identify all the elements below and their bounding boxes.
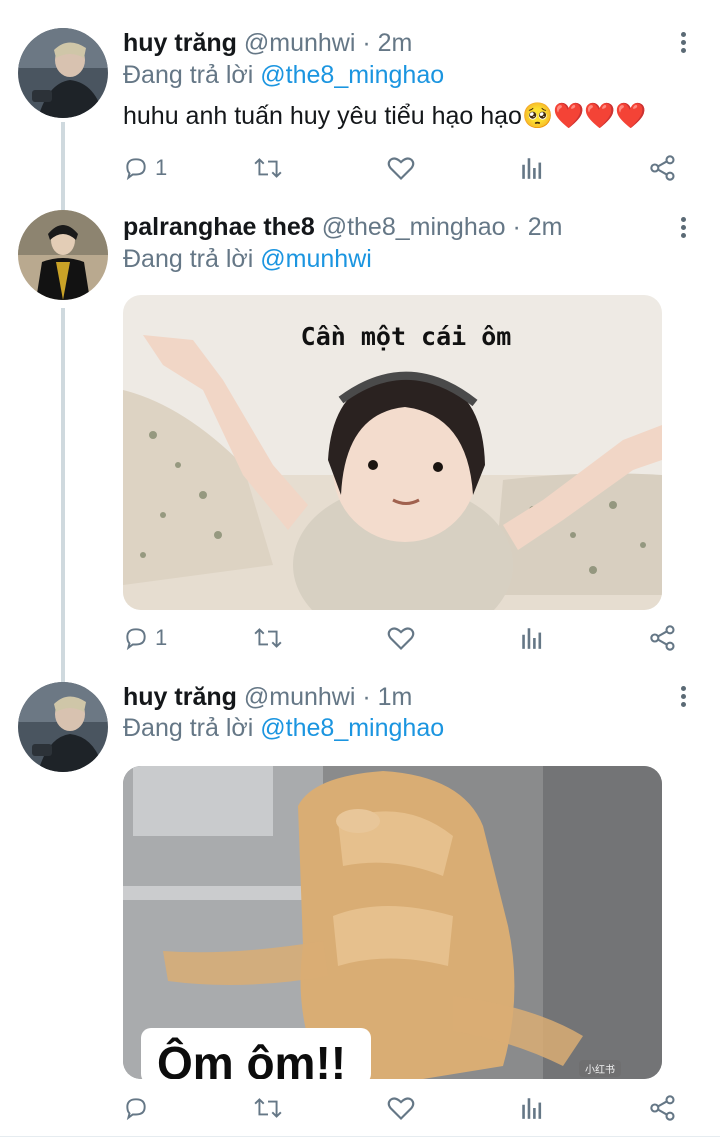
tweet-3[interactable]: huy trăng @munhwi · 1m Đang trả lời @the… <box>0 670 720 1137</box>
thread-line <box>61 200 65 210</box>
analytics-icon <box>522 158 542 179</box>
heart-icon <box>387 157 415 180</box>
reply-mention[interactable]: @the8_minghao <box>260 714 444 742</box>
tweet-header: palranghae the8 @the8_minghao · 2m <box>123 212 563 242</box>
share-button[interactable] <box>649 622 677 654</box>
display-name[interactable]: huy trăng <box>123 29 237 57</box>
tweet-2[interactable]: palranghae the8 @the8_minghao · 2m Đang … <box>0 200 720 670</box>
avatar-image <box>18 28 108 118</box>
heart-icon <box>387 1097 415 1120</box>
reply-prefix: Đang trả lời <box>123 245 254 273</box>
reply-mention[interactable]: @munhwi <box>260 245 372 273</box>
retweet-button[interactable] <box>253 152 283 184</box>
separator: · <box>362 29 371 57</box>
tweet-text-content: huhu anh tuấn huy yêu tiểu hạo hạo <box>123 102 522 130</box>
tweet-1[interactable]: huy trăng @munhwi · 2m Đang trả lời @the… <box>0 0 720 200</box>
replying-to: Đang trả lời @munhwi <box>123 244 372 274</box>
reply-button[interactable] <box>123 1092 155 1124</box>
share-icon <box>650 1095 675 1121</box>
like-button[interactable] <box>387 152 415 184</box>
share-button[interactable] <box>649 152 677 184</box>
timestamp[interactable]: 2m <box>528 213 563 241</box>
more-vertical-icon[interactable] <box>674 32 692 56</box>
display-name[interactable]: palranghae the8 <box>123 213 315 241</box>
replying-to: Đang trả lời @the8_minghao <box>123 60 444 90</box>
tweet-header: huy trăng @munhwi · 1m <box>123 682 412 712</box>
more-vertical-icon[interactable] <box>674 217 692 241</box>
thread-line <box>61 670 65 682</box>
reply-button[interactable]: 1 <box>123 152 167 184</box>
timestamp[interactable]: 1m <box>378 683 413 711</box>
avatar-image <box>18 210 108 300</box>
analytics-button[interactable] <box>519 152 545 184</box>
analytics-icon <box>522 628 542 649</box>
reply-icon <box>126 628 146 651</box>
action-bar: 1 <box>123 622 683 654</box>
retweet-icon <box>254 1098 282 1118</box>
analytics-button[interactable] <box>519 1092 545 1124</box>
avatar[interactable] <box>18 682 108 772</box>
retweet-icon <box>254 628 282 648</box>
retweet-button[interactable] <box>253 1092 283 1124</box>
emoji-text: 🥺❤️❤️❤️ <box>521 102 647 130</box>
analytics-icon <box>522 1098 542 1119</box>
image-watermark: 小红书 <box>585 1063 615 1076</box>
tweet-image[interactable]: Ôm ôm!! 小红书 <box>123 766 662 1079</box>
avatar[interactable] <box>18 28 108 118</box>
reply-icon <box>126 1098 146 1121</box>
image-caption: Ôm ôm!! <box>157 1037 346 1079</box>
user-handle[interactable]: @the8_minghao <box>322 213 506 241</box>
separator: · <box>512 213 521 241</box>
tweet-header: huy trăng @munhwi · 2m <box>123 28 412 58</box>
reply-icon <box>126 158 146 181</box>
retweet-icon <box>254 158 282 178</box>
reply-button[interactable]: 1 <box>123 622 167 654</box>
reply-prefix: Đang trả lời <box>123 61 254 89</box>
thread-line <box>61 122 65 200</box>
tweet-image[interactable]: Cần một cái ôm <box>123 295 662 610</box>
avatar[interactable] <box>18 210 108 300</box>
image-caption: Cần một cái ôm <box>301 322 512 351</box>
analytics-button[interactable] <box>519 622 545 654</box>
display-name[interactable]: huy trăng <box>123 683 237 711</box>
reply-count: 1 <box>155 155 168 180</box>
share-icon <box>650 155 675 181</box>
action-bar: 1 <box>123 152 683 184</box>
reply-mention[interactable]: @the8_minghao <box>260 61 444 89</box>
action-bar <box>123 1092 683 1124</box>
timestamp[interactable]: 2m <box>378 29 413 57</box>
thread-line <box>61 308 65 670</box>
retweet-button[interactable] <box>253 622 283 654</box>
reply-count: 1 <box>155 625 168 650</box>
share-icon <box>650 625 675 651</box>
separator: · <box>362 683 371 711</box>
meme-image-cat: Ôm ôm!! 小红书 <box>123 766 662 1079</box>
replying-to: Đang trả lời @the8_minghao <box>123 713 444 743</box>
like-button[interactable] <box>387 622 415 654</box>
meme-image-baby: Cần một cái ôm <box>123 295 662 610</box>
user-handle[interactable]: @munhwi <box>244 683 356 711</box>
avatar-image <box>18 682 108 772</box>
reply-prefix: Đang trả lời <box>123 714 254 742</box>
heart-icon <box>387 627 415 650</box>
user-handle[interactable]: @munhwi <box>244 29 356 57</box>
more-vertical-icon[interactable] <box>674 686 692 710</box>
like-button[interactable] <box>387 1092 415 1124</box>
share-button[interactable] <box>649 1092 677 1124</box>
tweet-text: huhu anh tuấn huy yêu tiểu hạo hạo🥺❤️❤️❤… <box>123 100 646 132</box>
